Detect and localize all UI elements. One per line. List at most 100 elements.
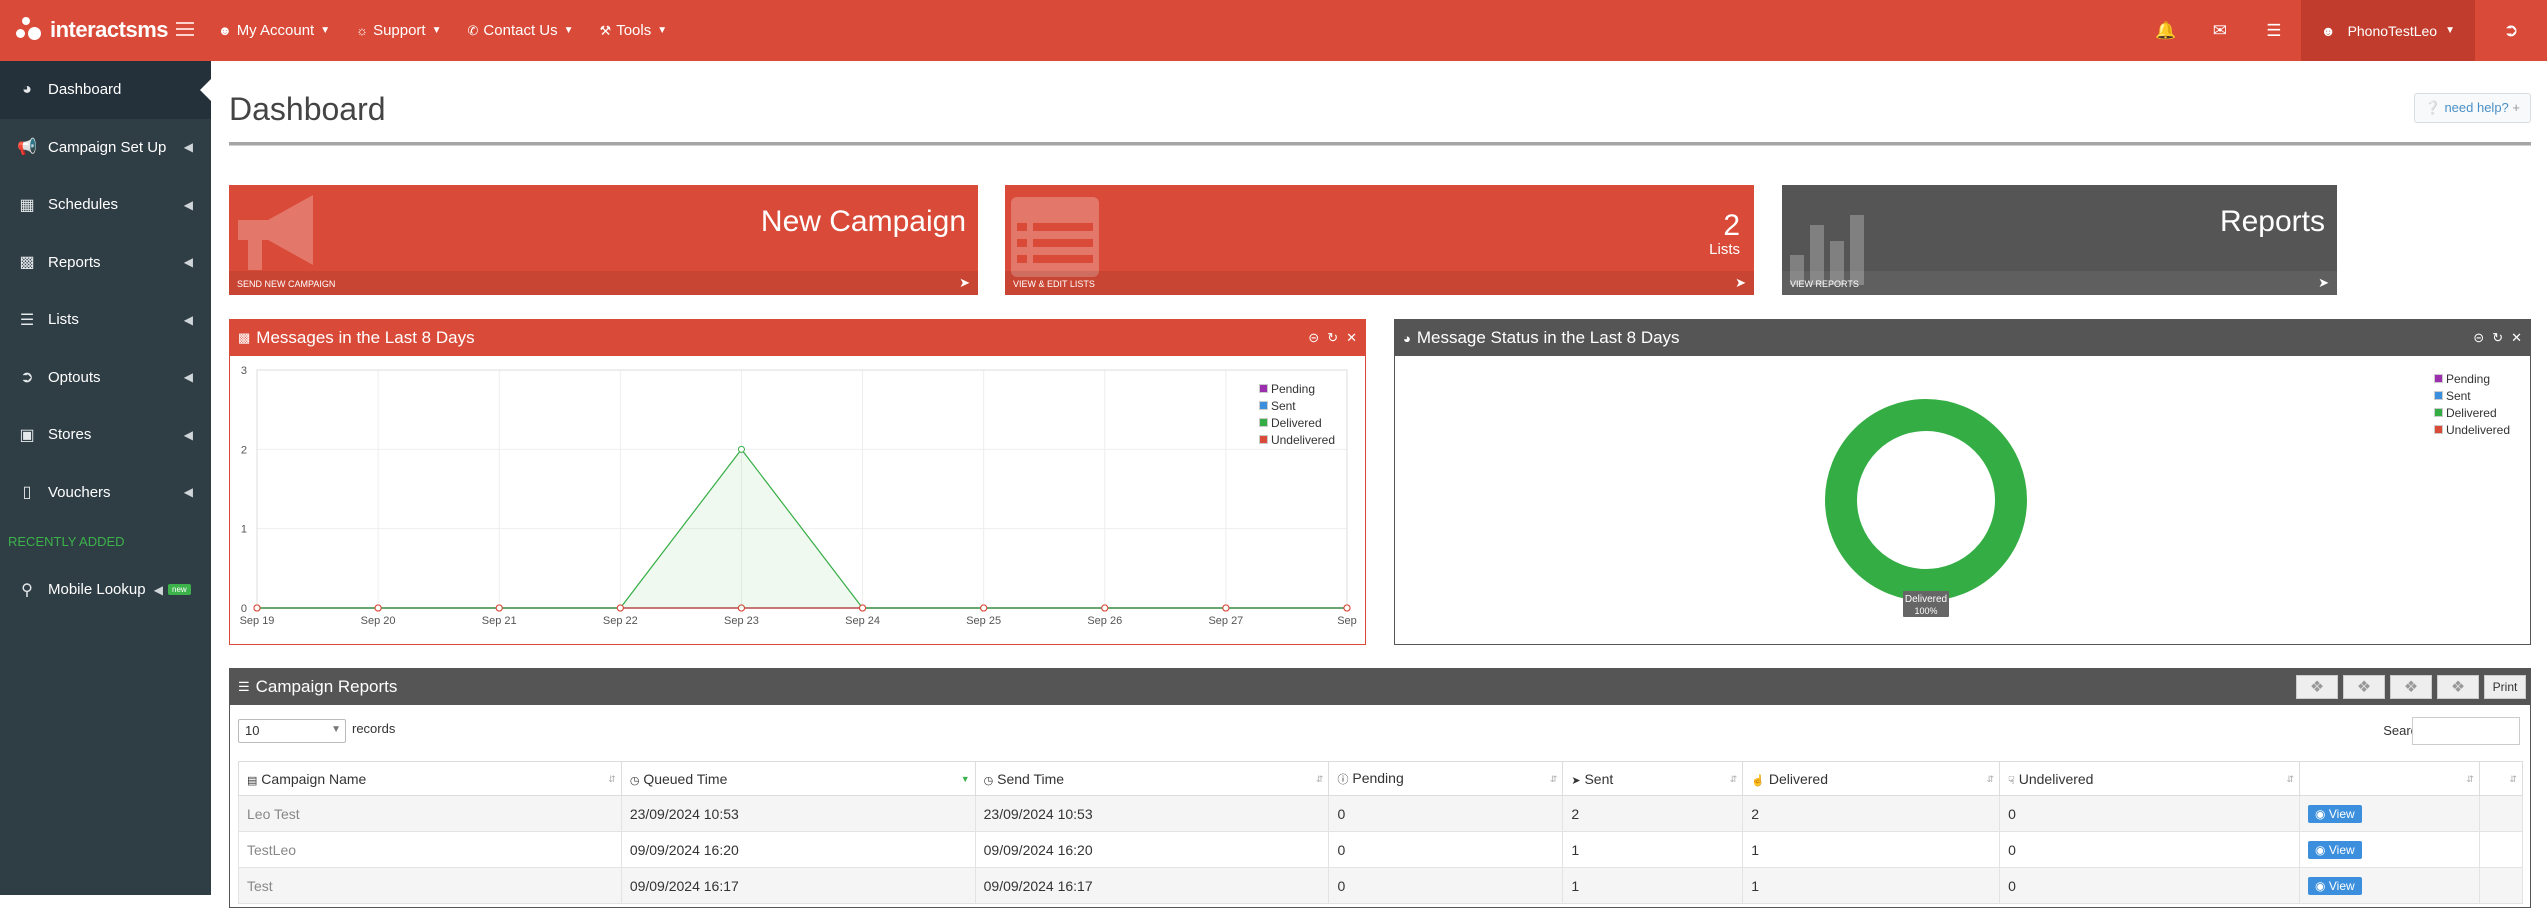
puzzle-icon[interactable]: ❖ <box>2437 675 2479 699</box>
cell-extra <box>2478 831 2524 868</box>
puzzle-icon[interactable]: ❖ <box>2390 675 2432 699</box>
bar-chart-icon: ▩ <box>19 254 35 272</box>
chevron-left-icon: ◀ <box>183 370 193 385</box>
view-button[interactable]: ◉ View <box>2308 876 2362 895</box>
view-button[interactable]: ◉ View <box>2308 804 2362 823</box>
new-campaign-tile[interactable]: New Campaign SEND NEW CAMPAIGN ➤ <box>229 185 978 295</box>
sign-out-icon: ➲ <box>20 369 34 387</box>
col-extra[interactable]: ⇵ <box>2478 761 2524 796</box>
cell-undelivered: 0 <box>1999 867 2301 904</box>
donut-slice-delivered <box>1825 399 2027 601</box>
lists-tile[interactable]: 2 Lists VIEW & EDIT LISTS ➤ <box>1005 185 1754 295</box>
tasks-icon[interactable]: ☰ <box>2247 0 2301 61</box>
cell-pending: 0 <box>1328 795 1564 832</box>
user-icon: ☻ <box>218 23 232 38</box>
sidebar-item-lists[interactable]: ☰ Lists ◀ <box>0 291 211 349</box>
data-point-delivered <box>374 604 382 612</box>
tile-footer[interactable]: SEND NEW CAMPAIGN ➤ <box>229 271 978 295</box>
reports-tile-title: Reports <box>2219 205 2325 238</box>
panel-tools: ⊝ ↻ ✕ <box>1308 330 1357 346</box>
user-name: PhonoTestLeo <box>2347 22 2438 39</box>
cell-queued-time: 09/09/2024 16:17 <box>620 867 976 904</box>
sidebar-item-optouts[interactable]: ➲ Optouts ◀ <box>0 349 211 407</box>
envelope-icon[interactable]: ✉ <box>2193 0 2247 61</box>
col-actions[interactable]: ⇵ <box>2299 761 2480 796</box>
sidebar-item-vouchers[interactable]: ▯ Vouchers ◀ <box>0 464 211 522</box>
legend-swatch <box>2433 408 2443 417</box>
menu-toggle-icon[interactable] <box>176 22 194 36</box>
puzzle-icon[interactable]: ❖ <box>2296 675 2338 699</box>
wrench-icon: ⚒ <box>599 22 612 38</box>
logout-icon[interactable]: ➲ <box>2475 0 2547 61</box>
view-button[interactable]: ◉ View <box>2308 840 2362 859</box>
print-button[interactable]: Print <box>2484 675 2526 699</box>
close-icon[interactable]: ✕ <box>2511 330 2522 346</box>
legend-label: Undelivered <box>2445 422 2510 437</box>
records-per-page-value: 10 <box>245 723 260 738</box>
tile-footer[interactable]: VIEW & EDIT LISTS ➤ <box>1005 271 1754 295</box>
status-panel: ◕ Message Status in the Last 8 Days ⊝ ↻ … <box>1394 319 2531 645</box>
chevron-down-icon: ▼ <box>431 25 442 36</box>
nav-tools[interactable]: ⚒ Tools ▼ <box>600 22 668 39</box>
collapse-icon[interactable]: ⊝ <box>2473 330 2484 346</box>
list-icon: ☰ <box>19 311 35 329</box>
col-undelivered[interactable]: ☟ Undelivered ⇵ <box>1999 761 2301 796</box>
sidebar-item-reports[interactable]: ▩ Reports ◀ <box>0 234 211 292</box>
x-tick-label: Sep 23 <box>724 615 759 627</box>
sort-icon: ⇵ <box>1729 774 1738 784</box>
cell-pending: 0 <box>1328 831 1564 868</box>
user-icon: ☻ <box>2320 22 2336 39</box>
puzzle-icon[interactable]: ❖ <box>2343 675 2385 699</box>
sort-icon: ⇵ <box>2286 774 2295 784</box>
tile-footer[interactable]: VIEW REPORTS ➤ <box>1782 271 2337 295</box>
top-bar: interactsms ☻ My Account ▼ ☼ Support ▼ ✆… <box>0 0 2547 61</box>
chevron-left-icon: ◀ <box>183 427 193 442</box>
bar-chart-icon: ▩ <box>238 330 251 345</box>
nav-contact-us[interactable]: ✆ Contact Us ▼ <box>468 22 574 39</box>
col-sent[interactable]: ➤ Sent ⇵ <box>1562 761 1744 796</box>
bell-icon[interactable]: 🔔 <box>2139 0 2193 61</box>
column-label: Send Time <box>997 770 1065 787</box>
col-campaign-name[interactable]: ▤ Campaign Name ⇵ <box>238 761 622 796</box>
x-tick-label: Sep 22 <box>603 615 638 627</box>
cell-send-time: 09/09/2024 16:17 <box>974 867 1330 904</box>
col-send-time[interactable]: ◷ Send Time ⇵ <box>974 761 1330 796</box>
donut-percent: 100% <box>1914 606 1937 616</box>
nav-support[interactable]: ☼ Support ▼ <box>356 22 441 39</box>
sidebar-item-stores[interactable]: ▣ Stores ◀ <box>0 406 211 464</box>
y-tick-label: 0 <box>241 603 247 615</box>
sidebar-item-schedules[interactable]: ▦ Schedules ◀ <box>0 176 211 234</box>
col-delivered[interactable]: ☝ Delivered ⇵ <box>1742 761 2001 796</box>
sidebar-item-dashboard[interactable]: ◕ Dashboard <box>0 61 211 119</box>
search-input[interactable] <box>2412 717 2520 745</box>
campaign-reports-panel: ☰ Campaign Reports ❖ ❖ ❖ ❖ Print 10 ▼ re… <box>229 668 2531 908</box>
refresh-icon[interactable]: ↻ <box>1327 330 1338 346</box>
records-per-page-select[interactable]: 10 ▼ <box>238 719 346 743</box>
sidebar-item-mobile-lookup[interactable]: ⚲ Mobile Lookup ◀ new <box>0 561 211 619</box>
page-title: Dashboard <box>229 91 386 127</box>
col-pending[interactable]: ⓘ Pending ⇵ <box>1328 761 1564 796</box>
table-controls: 10 ▼ records Search: <box>230 705 2530 753</box>
legend-swatch <box>2433 425 2443 434</box>
refresh-icon[interactable]: ↻ <box>2492 330 2503 346</box>
legend-label: Pending <box>1270 381 1315 396</box>
legend-item: Sent <box>1258 397 1335 414</box>
column-label: Undelivered <box>2018 770 2094 787</box>
calendar-icon: ▦ <box>19 196 35 214</box>
sidebar-item-label: Mobile Lookup <box>48 581 146 599</box>
collapse-icon[interactable]: ⊝ <box>1308 330 1319 346</box>
column-label: Sent <box>1584 770 1614 787</box>
nav-my-account[interactable]: ☻ My Account ▼ <box>218 22 330 39</box>
sort-icon: ⇵ <box>1986 774 1995 784</box>
sidebar-item-campaign-setup[interactable]: 📢 Campaign Set Up ◀ <box>0 119 211 177</box>
reports-tile[interactable]: Reports VIEW REPORTS ➤ <box>1782 185 2337 295</box>
close-icon[interactable]: ✕ <box>1346 330 1357 346</box>
cell-campaign-name: Leo Test <box>238 795 622 832</box>
need-help-button[interactable]: ❔ need help? + <box>2413 93 2531 123</box>
tile-footer-label: VIEW & EDIT LISTS <box>1013 279 1095 289</box>
messages-panel-header: ▩ Messages in the Last 8 Days ⊝ ↻ ✕ <box>230 320 1365 356</box>
user-menu[interactable]: ☻ PhonoTestLeo ▼ <box>2300 0 2475 61</box>
legend-item: Pending <box>1258 380 1335 397</box>
col-queued-time[interactable]: ◷ Queued Time ▼ <box>620 761 976 796</box>
brand-logo[interactable]: interactsms <box>16 12 169 48</box>
